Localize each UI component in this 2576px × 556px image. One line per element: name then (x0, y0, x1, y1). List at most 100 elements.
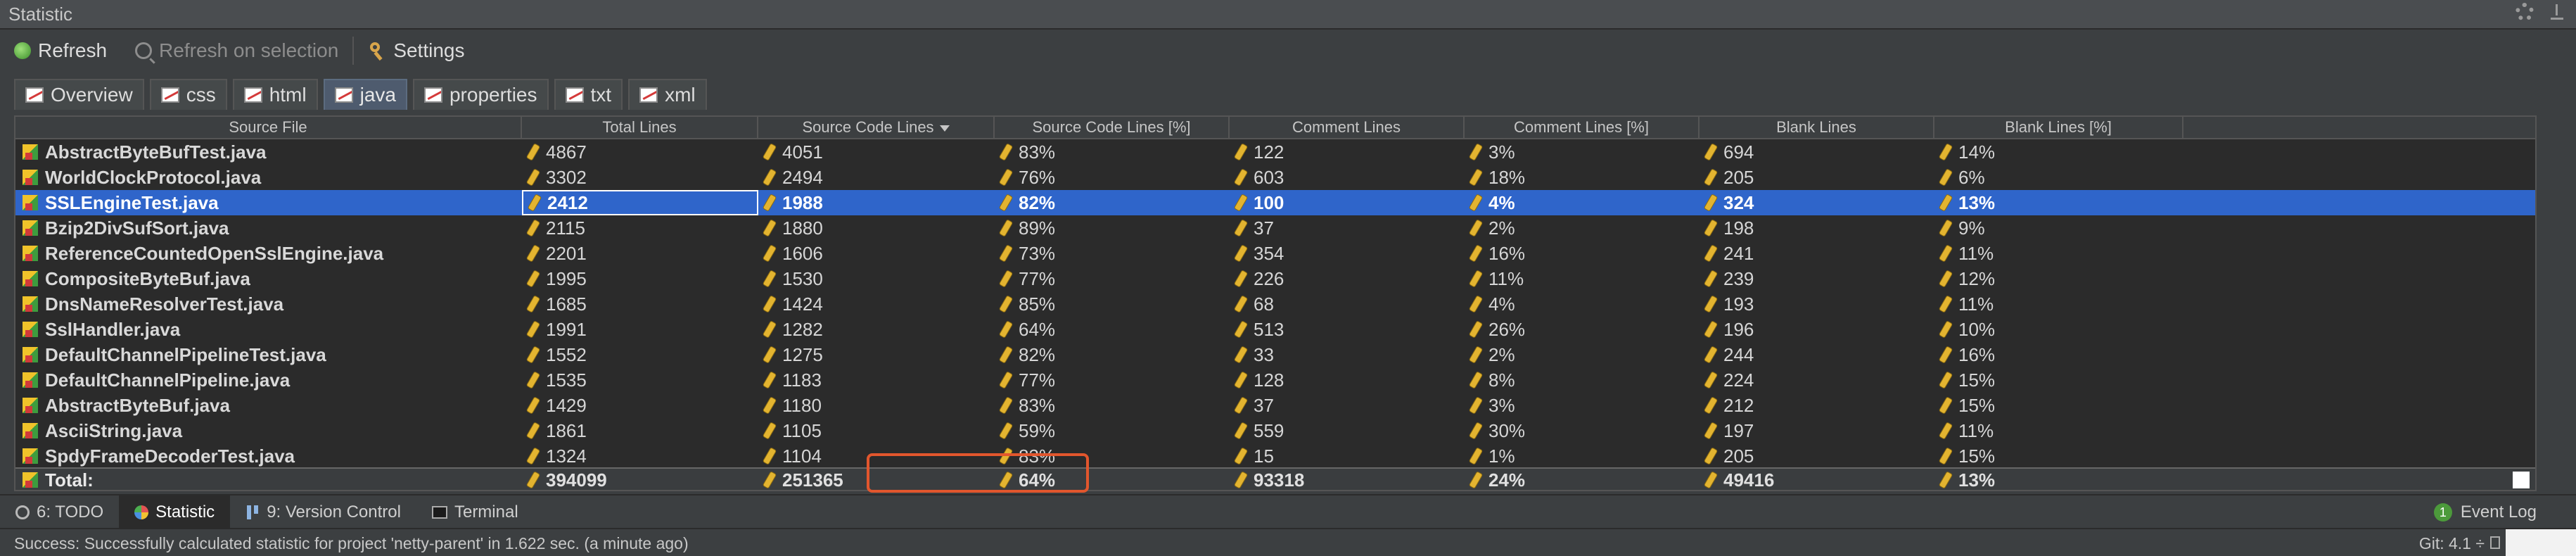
pencil-icon (1235, 321, 1247, 338)
column-header[interactable]: Comment Lines [%] (1465, 117, 1700, 138)
event-log-button[interactable]: 1 Event Log (2433, 495, 2537, 529)
pencil-icon (763, 422, 776, 439)
metric-value: 1861 (546, 420, 587, 441)
metric-value: 3302 (546, 167, 587, 188)
refresh-on-selection-button[interactable]: Refresh on selection (121, 31, 352, 70)
file-name-cell: DefaultChannelPipeline.java (15, 367, 522, 393)
table-row[interactable]: SSLEngineTest.java 2412 1988 82% 100 4% 324 13% (15, 190, 2535, 215)
metric-value: 11% (1958, 243, 1994, 264)
metric-cell: 1988 (758, 190, 995, 215)
metric-value: 11% (1488, 268, 1524, 289)
tool-window-button[interactable]: Statistic (119, 495, 231, 529)
tool-window-button[interactable]: 9: Version Control (230, 495, 416, 529)
metric-cell: 2494 (758, 165, 995, 190)
metric-value: 16% (1958, 344, 1996, 365)
file-name: CompositeByteBuf.java (45, 268, 250, 289)
metric-cell: 239 (1700, 266, 1934, 291)
metric-value: 64% (1019, 319, 1056, 340)
metric-cell: 1991 (522, 317, 758, 342)
metric-value: 205 (1723, 446, 1754, 467)
tab-properties[interactable]: properties (412, 79, 549, 110)
metric-value: 2494 (782, 167, 823, 188)
table-row[interactable]: Bzip2DivSufSort.java 2115 1880 89% 37 2% 198 9% (15, 215, 2535, 241)
metric-cell: 1685 (522, 291, 758, 317)
table-row[interactable]: SpdyFrameDecoderTest.java 1324 1104 83% 15 1%… (15, 443, 2535, 467)
metric-value: 694 (1723, 141, 1754, 163)
tab-html[interactable]: html (232, 79, 318, 110)
table-row[interactable]: ReferenceCountedOpenSslEngine.java 2201 16… (15, 241, 2535, 266)
tool-window-label: 9: Version Control (267, 503, 401, 522)
metric-cell: 1429 (522, 393, 758, 418)
table-row[interactable]: AsciiString.java 1861 1105 59% 559 30% 197 11% (15, 418, 2535, 443)
metric-value: 193 (1723, 293, 1754, 315)
java-file-icon (23, 144, 38, 160)
column-header[interactable]: Comment Lines (1230, 117, 1465, 138)
metric-value: 11% (1958, 420, 1994, 441)
pencil-icon (1469, 194, 1482, 211)
metric-value: 14% (1958, 141, 1996, 163)
table-body: AbstractByteBufTest.java 4867 4051 83% 122 3%… (15, 139, 2535, 467)
table-row[interactable]: AbstractByteBuf.java 1429 1180 83% 37 3% 212 15… (15, 393, 2535, 418)
table-row[interactable]: CompositeByteBuf.java 1995 1530 77% 226 11% 23… (15, 266, 2535, 291)
pencil-icon (1939, 448, 1952, 465)
metric-cell: 2% (1465, 215, 1700, 241)
table-row[interactable]: WorldClockProtocol.java 3302 2494 76% 603 18%… (15, 165, 2535, 190)
metric-value: 24% (1488, 469, 1526, 491)
table-row[interactable]: DefaultChannelPipelineTest.java 1552 1275 8… (15, 342, 2535, 367)
table-row[interactable]: DefaultChannelPipeline.java 1535 1183 77% 12… (15, 367, 2535, 393)
pencil-icon (763, 296, 776, 312)
tab-Overview[interactable]: Overview (14, 79, 144, 110)
metric-value: 77% (1019, 268, 1056, 289)
pencil-icon (763, 321, 776, 338)
metric-cell: 13% (1934, 469, 2183, 490)
metric-value: 1880 (782, 217, 823, 239)
tab-txt[interactable]: txt (554, 79, 623, 110)
column-header[interactable]: Source File (15, 117, 522, 138)
settings-button[interactable]: Settings (354, 31, 478, 70)
metric-cell: 128 (1230, 367, 1465, 393)
tab-css[interactable]: css (149, 79, 227, 110)
pencil-icon (527, 220, 540, 236)
column-chooser-box[interactable] (2513, 472, 2530, 488)
metric-value: 198 (1723, 217, 1754, 239)
column-header[interactable]: Blank Lines [%] (1934, 117, 2183, 138)
pencil-icon (763, 397, 776, 414)
table-row[interactable]: SslHandler.java 1991 1282 64% 513 26% 196 10% (15, 317, 2535, 342)
metric-value: 1424 (782, 293, 823, 315)
pencil-icon (1235, 448, 1247, 465)
tab-java[interactable]: java (323, 79, 407, 110)
pencil-icon (528, 194, 541, 211)
metric-cell: 11% (1934, 418, 2183, 443)
table-row[interactable]: DnsNameResolverTest.java 1685 1424 85% 68 4% 1… (15, 291, 2535, 317)
metric-cell: 83% (995, 393, 1230, 418)
column-header[interactable]: Blank Lines (1700, 117, 1934, 138)
file-name-cell: DnsNameResolverTest.java (15, 291, 522, 317)
metric-cell: 3% (1465, 393, 1700, 418)
pencil-icon (1704, 346, 1717, 363)
column-header[interactable]: Source Code Lines (758, 117, 995, 138)
table-row[interactable]: AbstractByteBufTest.java 4867 4051 83% 122 3%… (15, 139, 2535, 165)
metric-value: 1183 (782, 369, 822, 391)
refresh-button[interactable]: Refresh (0, 31, 121, 70)
metric-cell: 6% (1934, 165, 2183, 190)
statistic-icon (134, 505, 149, 519)
metric-cell: 24% (1465, 469, 1700, 491)
tool-window-button[interactable]: 6: TODO (0, 495, 119, 529)
metric-cell: 354 (1230, 241, 1465, 266)
pencil-icon (1469, 372, 1482, 388)
pencil-icon (1000, 397, 1012, 414)
file-name-cell: Bzip2DivSufSort.java (15, 215, 522, 241)
refresh-icon (14, 42, 31, 59)
tab-xml[interactable]: xml (628, 79, 707, 110)
column-header-label: Comment Lines [%] (1514, 118, 1649, 136)
column-header[interactable]: Total Lines (522, 117, 758, 138)
git-branch-widget[interactable]: Git: 4.1 ÷ (2419, 529, 2485, 556)
hide-icon[interactable] (2549, 3, 2565, 21)
tool-window-button[interactable]: Terminal (416, 495, 534, 529)
column-header[interactable]: Source Code Lines [%] (995, 117, 1230, 138)
lock-icon[interactable] (2490, 536, 2500, 549)
pencil-icon (1235, 422, 1247, 439)
gear-icon[interactable] (2516, 3, 2534, 21)
metric-value: 559 (1254, 420, 1284, 441)
metric-cell: 226 (1230, 266, 1465, 291)
